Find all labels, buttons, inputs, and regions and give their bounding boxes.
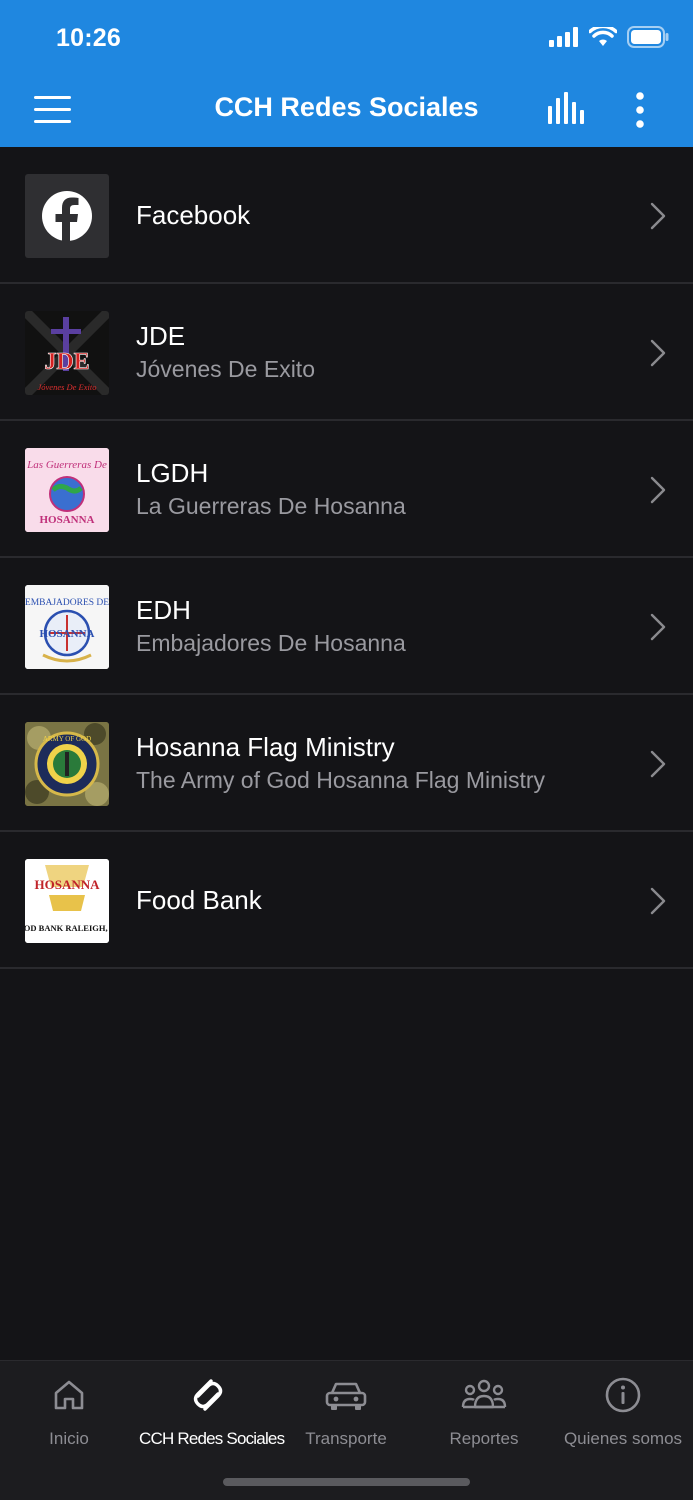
chevron-right-icon [650, 202, 666, 230]
lgdh-logo-caption: HOSANNA [39, 514, 94, 526]
tab-transporte[interactable]: Transporte [277, 1375, 415, 1459]
status-icons [549, 26, 669, 48]
jde-logo-caption: Jóvenes De Exito [38, 382, 97, 392]
home-indicator[interactable] [223, 1478, 470, 1486]
lgdh-logo: Las Guerreras De HOSANNA [25, 448, 109, 532]
tab-cch-redes-sociales[interactable]: CCH Redes Sociales [139, 1375, 285, 1459]
flag-ministry-logo: ARMY OF GOD [25, 722, 109, 806]
facebook-icon [25, 174, 109, 258]
list-item-lgdh[interactable]: Las Guerreras De HOSANNA LGDH La Guerrer… [0, 421, 693, 558]
flag-ministry-logo-text: ARMY OF GOD [43, 735, 91, 743]
battery-icon [627, 26, 669, 48]
item-title: EDH [136, 594, 191, 625]
list-item-flag-ministry[interactable]: ARMY OF GOD Hosanna Flag Ministry The Ar… [0, 695, 693, 832]
nav-bar: CCH Redes Sociales [0, 74, 693, 147]
food-bank-logo: HOSANNA FOOD BANK RALEIGH, NC [25, 859, 109, 943]
edh-logo: EMBAJADORES DE HOSANNA [25, 585, 109, 669]
tab-label: CCH Redes Sociales [139, 1429, 285, 1448]
tab-label: Inicio [49, 1429, 89, 1448]
chevron-right-icon [650, 887, 666, 915]
item-subtitle: The Army of God Hosanna Flag Ministry [136, 766, 546, 793]
home-icon [54, 1380, 84, 1410]
row-text: JDE Jóvenes De Exito [136, 284, 623, 419]
edh-logo-text: EMBAJADORES DE [25, 598, 109, 608]
item-title: Facebook [136, 199, 251, 230]
tab-label: Quienes somos [563, 1429, 683, 1448]
chevron-right-icon [650, 750, 666, 778]
tab-inicio[interactable]: Inicio [0, 1375, 138, 1459]
item-title: JDE [136, 320, 186, 351]
list-item-jde[interactable]: JDE Jóvenes De Exito JDE Jóvenes De Exit… [0, 284, 693, 421]
social-links-icon [193, 1379, 223, 1411]
food-bank-logo-text: HOSANNA [34, 877, 100, 892]
item-title: Food Bank [136, 884, 262, 915]
chevron-right-icon [650, 613, 666, 641]
chevron-right-icon [650, 339, 666, 367]
car-icon [325, 1382, 367, 1410]
row-text: EDH Embajadores De Hosanna [136, 558, 623, 693]
item-subtitle: Embajadores De Hosanna [136, 629, 406, 656]
status-time: 10:26 [56, 24, 121, 52]
more-vertical-icon[interactable] [622, 88, 658, 132]
social-list: Facebook JDE Jóvenes De Exito JDE Jóvene… [0, 147, 693, 969]
list-item-food-bank[interactable]: HOSANNA FOOD BANK RALEIGH, NC Food Bank [0, 832, 693, 969]
row-text: Facebook [136, 147, 623, 282]
item-title: LGDH [136, 457, 209, 488]
row-text: Food Bank [136, 832, 623, 967]
lgdh-logo-text: Las Guerreras De [26, 459, 107, 471]
row-text: Hosanna Flag Ministry The Army of God Ho… [136, 695, 623, 830]
item-subtitle: Jóvenes De Exito [136, 355, 315, 382]
tab-label: Transporte [305, 1429, 387, 1448]
item-title: Hosanna Flag Ministry [136, 731, 395, 762]
edh-logo-caption: HOSANNA [39, 628, 94, 640]
wifi-icon [589, 27, 617, 46]
people-group-icon [461, 1379, 507, 1409]
tab-quienes-somos[interactable]: Quienes somos [554, 1375, 692, 1459]
chevron-right-icon [650, 476, 666, 504]
item-subtitle: La Guerreras De Hosanna [136, 492, 406, 519]
row-text: LGDH La Guerreras De Hosanna [136, 421, 623, 556]
bar-chart-icon[interactable] [540, 88, 592, 132]
tab-reportes[interactable]: Reportes [415, 1375, 553, 1459]
list-item-facebook[interactable]: Facebook [0, 147, 693, 284]
jde-logo-text: JDE [44, 349, 89, 375]
tab-label: Reportes [449, 1429, 519, 1448]
info-circle-icon [605, 1377, 641, 1413]
signal-icon [549, 27, 578, 47]
food-bank-logo-caption: FOOD BANK RALEIGH, NC [25, 923, 109, 933]
list-item-edh[interactable]: EMBAJADORES DE HOSANNA EDH Embajadores D… [0, 558, 693, 695]
app-header: 10:26 CCH Redes Sociales [0, 0, 693, 147]
jde-logo: JDE Jóvenes De Exito [25, 311, 109, 395]
